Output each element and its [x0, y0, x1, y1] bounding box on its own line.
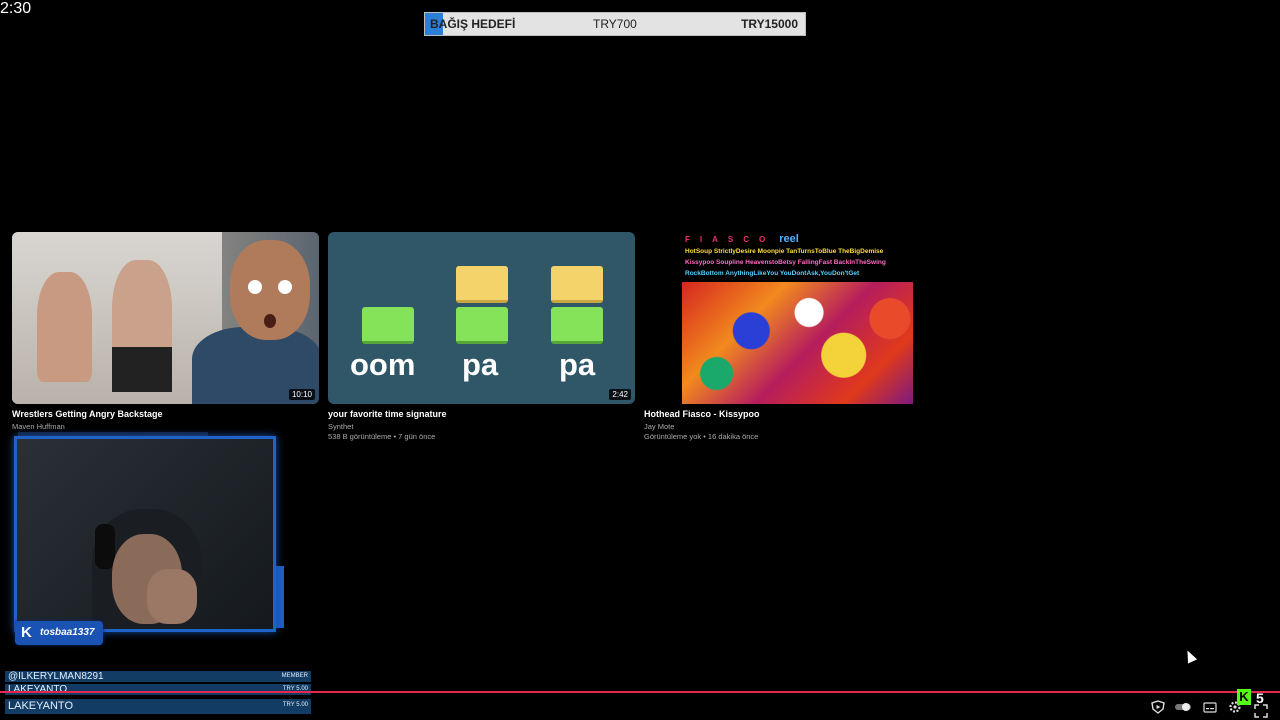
- donation-goal-bar: BAĞIŞ HEDEFİ TRY700 TRY15000: [424, 12, 806, 36]
- kick-icon: K: [21, 624, 32, 641]
- album-tracklist: RockBottom AnythingLikeYou YouDontAsk,Yo…: [685, 270, 860, 277]
- beat-block: [551, 266, 603, 303]
- beat-block: [362, 307, 414, 344]
- video-thumbnail-3[interactable]: FIASCO reel HotSoup StrictlyDesire Moonpi…: [644, 232, 951, 404]
- reactor-eye: [248, 280, 262, 294]
- album-tracklist: HotSoup StrictlyDesire Moonpie TanTurnsT…: [685, 248, 884, 255]
- album-painting: [682, 282, 913, 404]
- beat-block: [551, 307, 603, 344]
- alert-name: LAKEYANTO: [8, 700, 74, 712]
- album-header: FIASCO reel HotSoup StrictlyDesire Moonpi…: [682, 232, 913, 282]
- headphones-icon: [95, 524, 115, 569]
- thumb-word: pa: [559, 347, 596, 382]
- album-logo-suffix: reel: [779, 233, 799, 245]
- streamer-name: tosbaa1337: [40, 627, 95, 638]
- donation-goal-target: TRY15000: [741, 17, 798, 31]
- thumb-word: pa: [462, 347, 499, 382]
- video-duration: 2:30: [0, 0, 32, 17]
- alert-name: LAKEYANTO: [8, 684, 68, 695]
- video-meta-3: Görüntüleme yok • 16 dakika önce: [644, 432, 759, 441]
- alert-amount: MEMBER: [281, 673, 308, 679]
- video-channel-1[interactable]: Maven Huffman: [12, 422, 65, 431]
- video-thumbnail-2[interactable]: oom pa pa 2:42: [328, 232, 635, 404]
- video-channel-3[interactable]: Jay Mote: [644, 422, 674, 431]
- album-art: FIASCO reel HotSoup StrictlyDesire Moonpi…: [682, 232, 913, 404]
- video-duration: 2:42: [609, 389, 631, 400]
- mouse-cursor-icon: [1182, 648, 1198, 664]
- alert-row: LAKEYANTO TRY 5.00: [5, 699, 311, 714]
- alert-row: LAKEYANTO TRY 5.00: [5, 684, 311, 695]
- thumb-word: oom: [350, 347, 416, 382]
- alert-name: @ILKERYLMAN8291: [8, 671, 104, 682]
- shield-play-icon[interactable]: [1151, 700, 1165, 714]
- streamer-hand: [147, 569, 197, 624]
- video-title-1[interactable]: Wrestlers Getting Angry Backstage: [12, 409, 163, 419]
- webcam-overlay: [14, 436, 276, 632]
- video-meta-2: 538 B görüntüleme • 7 gün önce: [328, 432, 436, 441]
- video-duration: 10:10: [288, 389, 315, 400]
- video-progress-bar[interactable]: [0, 691, 1280, 693]
- album-tracklist: Kissypoo Soupline HeavenstoBetsy Falling…: [685, 259, 886, 266]
- video-title-3[interactable]: Hothead Fiasco - Kissypoo: [644, 409, 760, 419]
- video-title-2[interactable]: your favorite time signature: [328, 409, 447, 419]
- wrestler-shorts: [112, 347, 172, 392]
- donation-goal-current: TRY700: [593, 17, 637, 31]
- video-channel-2[interactable]: Synthet: [328, 422, 353, 431]
- donation-goal-title: BAĞIŞ HEDEFİ: [430, 17, 516, 31]
- alert-row: @ILKERYLMAN8291 MEMBER: [5, 671, 311, 682]
- video-thumbnail-1[interactable]: 10:10: [12, 232, 319, 404]
- streamer-name-badge: K tosbaa1337: [15, 621, 103, 645]
- reactor-eye: [278, 280, 292, 294]
- beat-block: [456, 266, 508, 303]
- toggle-icon[interactable]: [1174, 700, 1192, 714]
- wrestler-figure: [37, 272, 92, 382]
- alert-amount: TRY 5.00: [282, 702, 308, 708]
- album-logo: FIASCO: [685, 235, 776, 244]
- kick-icon: K: [1237, 689, 1251, 705]
- beat-block: [456, 307, 508, 344]
- captions-icon[interactable]: [1203, 700, 1217, 714]
- fullscreen-icon[interactable]: [1254, 704, 1268, 718]
- reactor-mouth: [264, 314, 276, 328]
